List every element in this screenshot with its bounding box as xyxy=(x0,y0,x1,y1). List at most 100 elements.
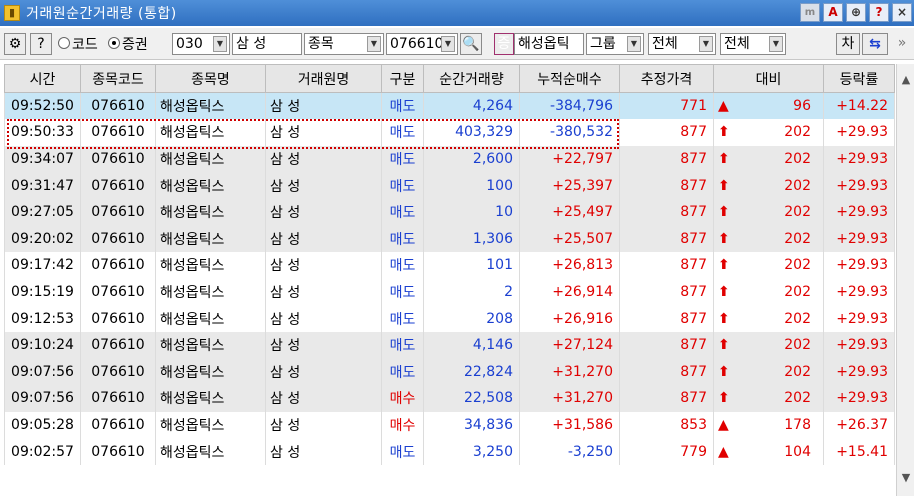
filter2-select[interactable]: 전체 ▼ xyxy=(720,33,786,55)
table-row[interactable]: 09:05:28 076610 해성옵틱스 삼 성 매수 34,836 +31,586 853… xyxy=(4,411,895,439)
chevron-down-icon[interactable]: ▼ xyxy=(699,36,713,52)
cell-time: 09:50:33 xyxy=(4,119,81,146)
radio-code[interactable] xyxy=(58,37,70,49)
cell-time: 09:10:24 xyxy=(4,331,81,359)
cell-code: 076610 xyxy=(80,385,156,412)
cha-button[interactable]: 차 xyxy=(836,33,860,55)
col-name[interactable]: 종목명 xyxy=(155,64,266,93)
cell-rate: +29.93 xyxy=(823,252,895,279)
trade-table: 시간 종목코드 종목명 거래원명 구분 순간거래량 누적순매수 추정가격 대비 … xyxy=(4,64,895,465)
cell-name: 해성옵틱스 xyxy=(155,331,266,359)
cell-net: +31,270 xyxy=(519,358,620,386)
cell-broker: 삼 성 xyxy=(265,411,382,439)
swap-icon[interactable]: ⇆ xyxy=(862,33,888,55)
group-value: 그룹 xyxy=(590,36,616,52)
chevron-down-icon[interactable]: ▼ xyxy=(367,36,381,52)
scroll-down-icon[interactable]: ▼ xyxy=(898,470,914,486)
chevron-down-icon[interactable]: ▼ xyxy=(627,36,641,52)
more-icon[interactable]: » xyxy=(892,33,912,55)
table-row[interactable]: 09:12:53 076610 해성옵틱스 삼 성 매도 208 +26,916 877 ⬆ 20… xyxy=(4,305,895,332)
cell-price: 771 xyxy=(619,92,714,120)
cell-time: 09:15:19 xyxy=(4,278,81,306)
table-row[interactable]: 09:02:57 076610 해성옵틱스 삼 성 매도 3,250 -3,250 779 ▲ 1… xyxy=(4,438,895,465)
col-side[interactable]: 구분 xyxy=(381,64,424,93)
cell-rate: +29.93 xyxy=(823,278,895,306)
cell-price: 779 xyxy=(619,438,714,465)
scroll-up-icon[interactable]: ▲ xyxy=(898,72,914,88)
chevron-down-icon[interactable]: ▼ xyxy=(769,36,783,52)
cell-rate: +26.37 xyxy=(823,411,895,439)
broker-code-select[interactable]: 030 ▼ xyxy=(172,33,230,55)
table-row[interactable]: 09:07:56 076610 해성옵틱스 삼 성 매도 22,824 +31,270 877… xyxy=(4,358,895,386)
cell-time: 09:17:42 xyxy=(4,252,81,279)
search-icon[interactable]: 🔍 xyxy=(460,33,482,55)
up-arrow-icon: ⬆ xyxy=(718,283,730,300)
cell-volume: 34,836 xyxy=(423,411,520,439)
window-title: 거래원순간거래량 (통합) xyxy=(26,6,177,22)
col-net[interactable]: 누적순매수 xyxy=(519,64,620,93)
table-row[interactable]: 09:07:56 076610 해성옵틱스 삼 성 매수 22,508 +31,270 877… xyxy=(4,385,895,412)
diff-value: 202 xyxy=(784,363,811,380)
table-row[interactable]: 09:20:02 076610 해성옵틱스 삼 성 매도 1,306 +25,507 877 ⬆… xyxy=(4,225,895,253)
col-volume[interactable]: 순간거래량 xyxy=(423,64,520,93)
filter1-select[interactable]: 전체 ▼ xyxy=(648,33,716,55)
pin-icon[interactable]: ⊕ xyxy=(846,3,866,22)
cell-net: +31,586 xyxy=(519,411,620,439)
cell-broker: 삼 성 xyxy=(265,225,382,253)
table-row[interactable]: 09:34:07 076610 해성옵틱스 삼 성 매도 2,600 +22,797 877 ⬆… xyxy=(4,145,895,173)
cell-broker: 삼 성 xyxy=(265,438,382,465)
cell-diff: ⬆ 202 xyxy=(713,358,824,386)
cell-volume: 2,600 xyxy=(423,145,520,173)
cell-volume: 101 xyxy=(423,252,520,279)
stock-code-select[interactable]: 076610 ▼ xyxy=(386,33,458,55)
cell-price: 853 xyxy=(619,411,714,439)
chevron-down-icon[interactable]: ▼ xyxy=(213,36,227,52)
item-type-select[interactable]: 종목 ▼ xyxy=(304,33,384,55)
cell-net: +25,507 xyxy=(519,225,620,253)
col-price[interactable]: 추정가격 xyxy=(619,64,714,93)
cell-price: 877 xyxy=(619,252,714,279)
col-diff[interactable]: 대비 xyxy=(713,64,824,93)
broker-name-field[interactable]: 삼 성 xyxy=(232,33,302,55)
col-time[interactable]: 시간 xyxy=(4,64,81,93)
minimize-button[interactable]: m xyxy=(800,3,820,22)
cell-price: 877 xyxy=(619,198,714,226)
cell-side: 매도 xyxy=(381,358,424,386)
table-row[interactable]: 09:52:50 076610 해성옵틱스 삼 성 매도 4,264 -384,796 771… xyxy=(4,92,895,120)
up-arrow-icon: ▲ xyxy=(718,443,729,460)
cell-broker: 삼 성 xyxy=(265,252,382,279)
chevron-down-icon[interactable]: ▼ xyxy=(441,36,455,52)
col-code[interactable]: 종목코드 xyxy=(80,64,156,93)
table-row[interactable]: 09:17:42 076610 해성옵틱스 삼 성 매도 101 +26,813 877 ⬆ 20… xyxy=(4,252,895,279)
table-row[interactable]: 09:31:47 076610 해성옵틱스 삼 성 매도 100 +25,397 877 ⬆ 20… xyxy=(4,172,895,199)
stock-name-field[interactable]: 해성옵틱 xyxy=(514,33,584,55)
font-button[interactable]: A xyxy=(823,3,843,22)
cell-diff: ⬆ 202 xyxy=(713,145,824,173)
jeung-badge: 증 xyxy=(494,33,514,55)
cell-side: 매도 xyxy=(381,92,424,120)
cell-side: 매수 xyxy=(381,411,424,439)
settings-icon[interactable]: ⚙ xyxy=(4,33,26,55)
cell-time: 09:07:56 xyxy=(4,358,81,386)
table-row[interactable]: 09:15:19 076610 해성옵틱스 삼 성 매도 2 +26,914 877 ⬆ 202 +… xyxy=(4,278,895,306)
cell-code: 076610 xyxy=(80,252,156,279)
up-arrow-icon: ⬆ xyxy=(718,124,730,141)
col-rate[interactable]: 등락률 xyxy=(823,64,895,93)
close-button[interactable]: × xyxy=(892,3,912,22)
table-row[interactable]: 09:27:05 076610 해성옵틱스 삼 성 매도 10 +25,497 877 ⬆ 202… xyxy=(4,198,895,226)
cell-time: 09:02:57 xyxy=(4,438,81,465)
radio-broker[interactable] xyxy=(108,37,120,49)
group-select[interactable]: 그룹 ▼ xyxy=(586,33,644,55)
table-row[interactable]: 09:10:24 076610 해성옵틱스 삼 성 매도 4,146 +27,124 877 ⬆… xyxy=(4,331,895,359)
help-button[interactable]: ? xyxy=(869,3,889,22)
cell-side: 매수 xyxy=(381,385,424,412)
stock-code-value: 076610 xyxy=(390,36,444,52)
help-small-button[interactable]: ? xyxy=(30,33,52,55)
cell-code: 076610 xyxy=(80,172,156,199)
cell-net: +26,914 xyxy=(519,278,620,306)
vertical-scrollbar[interactable]: ▲ ▼ xyxy=(896,64,914,496)
up-arrow-icon: ⬆ xyxy=(718,177,730,194)
table-row[interactable]: 09:50:33 076610 해성옵틱스 삼 성 매도 403,329 -380,532 8… xyxy=(4,119,895,146)
diff-value: 202 xyxy=(784,390,811,407)
col-broker[interactable]: 거래원명 xyxy=(265,64,382,93)
